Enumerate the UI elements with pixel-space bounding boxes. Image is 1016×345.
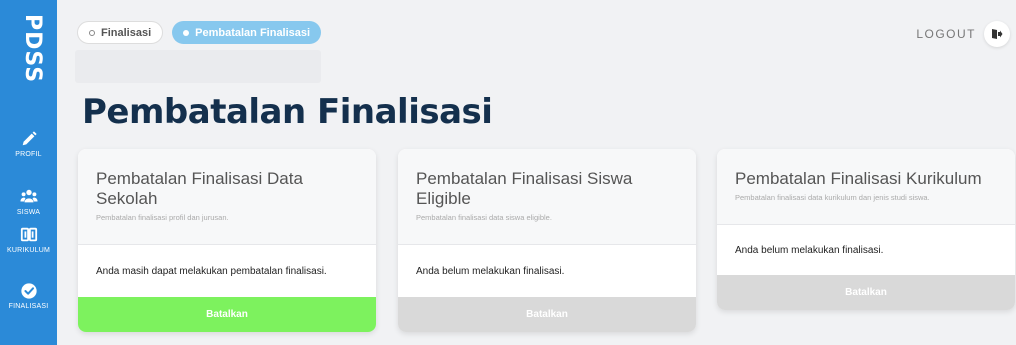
check-circle-icon bbox=[20, 283, 37, 299]
tab-dot-icon bbox=[89, 29, 95, 36]
card-header: Pembatalan Finalisasi Kurikulum Pembatal… bbox=[717, 149, 1015, 225]
card-title: Pembatalan Finalisasi Siswa Eligible bbox=[416, 169, 633, 208]
logout-label[interactable]: LOGOUT bbox=[916, 27, 976, 41]
sidebar-item-label: PROFIL bbox=[15, 151, 42, 158]
batalkan-button[interactable]: Batalkan bbox=[717, 275, 1015, 310]
logout-button[interactable] bbox=[984, 21, 1010, 47]
breadcrumb-placeholder bbox=[75, 50, 321, 83]
batalkan-button[interactable]: Batalkan bbox=[78, 297, 376, 332]
card-subtitle: Pembatalan finalisasi data siswa eligibl… bbox=[416, 213, 552, 222]
card-siswa-eligible: Pembatalan Finalisasi Siswa Eligible Pem… bbox=[398, 149, 696, 332]
card-kurikulum: Pembatalan Finalisasi Kurikulum Pembatal… bbox=[717, 149, 1015, 310]
users-icon bbox=[19, 189, 38, 203]
card-title: Pembatalan Finalisasi Kurikulum bbox=[735, 169, 982, 188]
card-header: Pembatalan Finalisasi Siswa Eligible Pem… bbox=[398, 149, 696, 245]
sidebar-item-label: FINALISASI bbox=[8, 303, 49, 310]
card-status: Anda masih dapat melakukan pembatalan fi… bbox=[96, 265, 327, 277]
card-data-sekolah: Pembatalan Finalisasi Data Sekolah Pemba… bbox=[78, 149, 376, 332]
tab-finalisasi[interactable]: Finalisasi bbox=[77, 21, 164, 44]
brand-logo[interactable]: PDSS bbox=[9, 8, 49, 88]
batalkan-button[interactable]: Batalkan bbox=[398, 297, 696, 332]
tab-label: Finalisasi bbox=[101, 26, 152, 39]
sidebar-item-label: SISWA bbox=[16, 209, 41, 216]
card-title: Pembatalan Finalisasi Data Sekolah bbox=[96, 169, 303, 208]
logout-icon bbox=[992, 29, 1003, 39]
card-status: Anda belum melakukan finalisasi. bbox=[735, 244, 884, 256]
sidebar-item-profil[interactable]: PROFIL bbox=[0, 130, 57, 158]
tab-pembatalan-finalisasi[interactable]: Pembatalan Finalisasi bbox=[172, 21, 322, 44]
book-icon bbox=[20, 227, 37, 242]
logout-area: LOGOUT bbox=[916, 21, 1010, 47]
sidebar-item-kurikulum[interactable]: KURIKULUM bbox=[0, 226, 57, 254]
page-title: Pembatalan Finalisasi bbox=[82, 92, 493, 132]
card-subtitle: Pembatalan finalisasi profil dan jurusan… bbox=[96, 213, 229, 222]
tab-dot-icon bbox=[183, 29, 190, 36]
sidebar-item-label: KURIKULUM bbox=[6, 247, 51, 254]
sidebar: PDSS PROFIL SISWA KURIKULUM FINALISASI bbox=[0, 0, 57, 345]
card-header: Pembatalan Finalisasi Data Sekolah Pemba… bbox=[78, 149, 376, 245]
tab-bar: Finalisasi Pembatalan Finalisasi bbox=[77, 21, 322, 44]
card-status: Anda belum melakukan finalisasi. bbox=[416, 265, 565, 277]
tab-label: Pembatalan Finalisasi bbox=[195, 26, 311, 39]
sidebar-item-siswa[interactable]: SISWA bbox=[0, 188, 57, 216]
main-content: Finalisasi Pembatalan Finalisasi LOGOUT … bbox=[57, 0, 1016, 345]
card-subtitle: Pembatalan finalisasi data kurikulum dan… bbox=[735, 193, 930, 202]
brand-text: PDSS bbox=[20, 14, 45, 84]
pencil-icon bbox=[22, 131, 37, 146]
sidebar-item-finalisasi[interactable]: FINALISASI bbox=[0, 282, 57, 310]
